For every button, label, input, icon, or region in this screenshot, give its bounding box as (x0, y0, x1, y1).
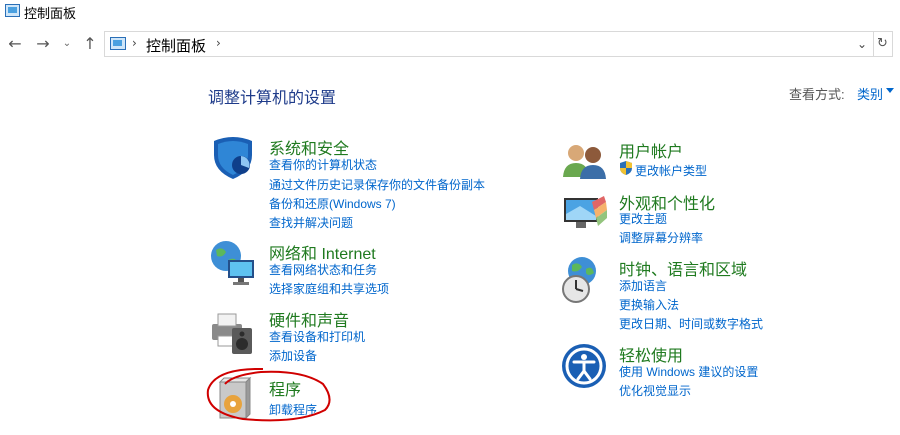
refresh-icon[interactable]: ↻ (873, 31, 893, 57)
breadcrumb-chevron-icon[interactable]: › (132, 36, 137, 50)
breadcrumb-chevron-icon[interactable]: › (216, 36, 221, 50)
printer-speaker-icon[interactable] (208, 306, 258, 356)
uac-shield-icon (620, 161, 632, 175)
title-bar: 控制面板 (0, 0, 900, 24)
page-title: 调整计算机的设置 (208, 90, 337, 107)
forward-arrow-icon[interactable]: → (33, 34, 53, 54)
category-link[interactable]: 添加设备 (269, 347, 317, 364)
category-link[interactable]: 查看网络状态和任务 (269, 261, 377, 278)
chevron-down-icon[interactable]: ⌄ (851, 32, 873, 56)
category-link[interactable]: 更改主题 (619, 210, 667, 227)
view-by-dropdown[interactable]: 类别 (857, 84, 883, 103)
category-link[interactable]: 查看你的计算机状态 (269, 156, 377, 173)
chevron-down-icon[interactable] (886, 88, 894, 93)
network-globe-icon[interactable] (208, 238, 258, 288)
shield-icon[interactable] (208, 133, 258, 183)
category-link[interactable]: 更改日期、时间或数字格式 (619, 315, 763, 332)
recent-locations-chevron-icon[interactable]: ⌄ (60, 34, 74, 54)
address-bar[interactable]: › 控制面板 › ⌄ (104, 31, 874, 57)
category-appearance: 外观和个性化 更改主题 调整屏幕分辨率 (560, 188, 860, 246)
category-network: 网络和 Internet 查看网络状态和任务 选择家庭组和共享选项 (208, 238, 508, 298)
category-link[interactable]: 添加语言 (619, 277, 667, 294)
annotation-circle (206, 367, 331, 422)
category-hardware: 硬件和声音 查看设备和打印机 添加设备 (208, 306, 508, 366)
users-icon[interactable] (560, 137, 610, 187)
appearance-display-icon[interactable] (560, 188, 610, 238)
category-link[interactable]: 查看设备和打印机 (269, 328, 365, 345)
breadcrumb-control-panel[interactable]: 控制面板 (146, 35, 206, 56)
category-link[interactable]: 调整屏幕分辨率 (619, 229, 703, 246)
view-by-label: 查看方式: (789, 87, 845, 102)
window-title: 控制面板 (24, 6, 77, 21)
control-panel-icon (110, 37, 126, 50)
category-link[interactable]: 查找并解决问题 (269, 214, 353, 231)
category-ease-of-access: 轻松使用 使用 Windows 建议的设置 优化视觉显示 (560, 341, 880, 401)
up-arrow-icon[interactable]: ↑ (80, 34, 100, 54)
category-link[interactable]: 选择家庭组和共享选项 (269, 280, 389, 297)
category-accounts: 用户帐户 更改帐户类型 (560, 137, 860, 187)
category-link[interactable]: 通过文件历史记录保存你的文件备份副本 (269, 176, 485, 193)
category-link[interactable]: 更换输入法 (619, 296, 679, 313)
ease-of-access-icon[interactable] (560, 341, 610, 391)
clock-globe-icon[interactable] (560, 255, 610, 305)
control-panel-icon (5, 4, 20, 17)
category-link[interactable]: 优化视觉显示 (619, 382, 691, 399)
category-link[interactable]: 更改帐户类型 (635, 162, 707, 179)
category-link[interactable]: 使用 Windows 建议的设置 (619, 363, 758, 380)
category-title[interactable]: 用户帐户 (619, 138, 683, 162)
back-arrow-icon[interactable]: ← (5, 34, 25, 54)
category-clock: 时钟、语言和区域 添加语言 更换输入法 更改日期、时间或数字格式 (560, 255, 880, 332)
category-security: 系统和安全 查看你的计算机状态 通过文件历史记录保存你的文件备份副本 备份和还原… (208, 133, 508, 233)
category-link[interactable]: 备份和还原(Windows 7) (269, 195, 396, 212)
